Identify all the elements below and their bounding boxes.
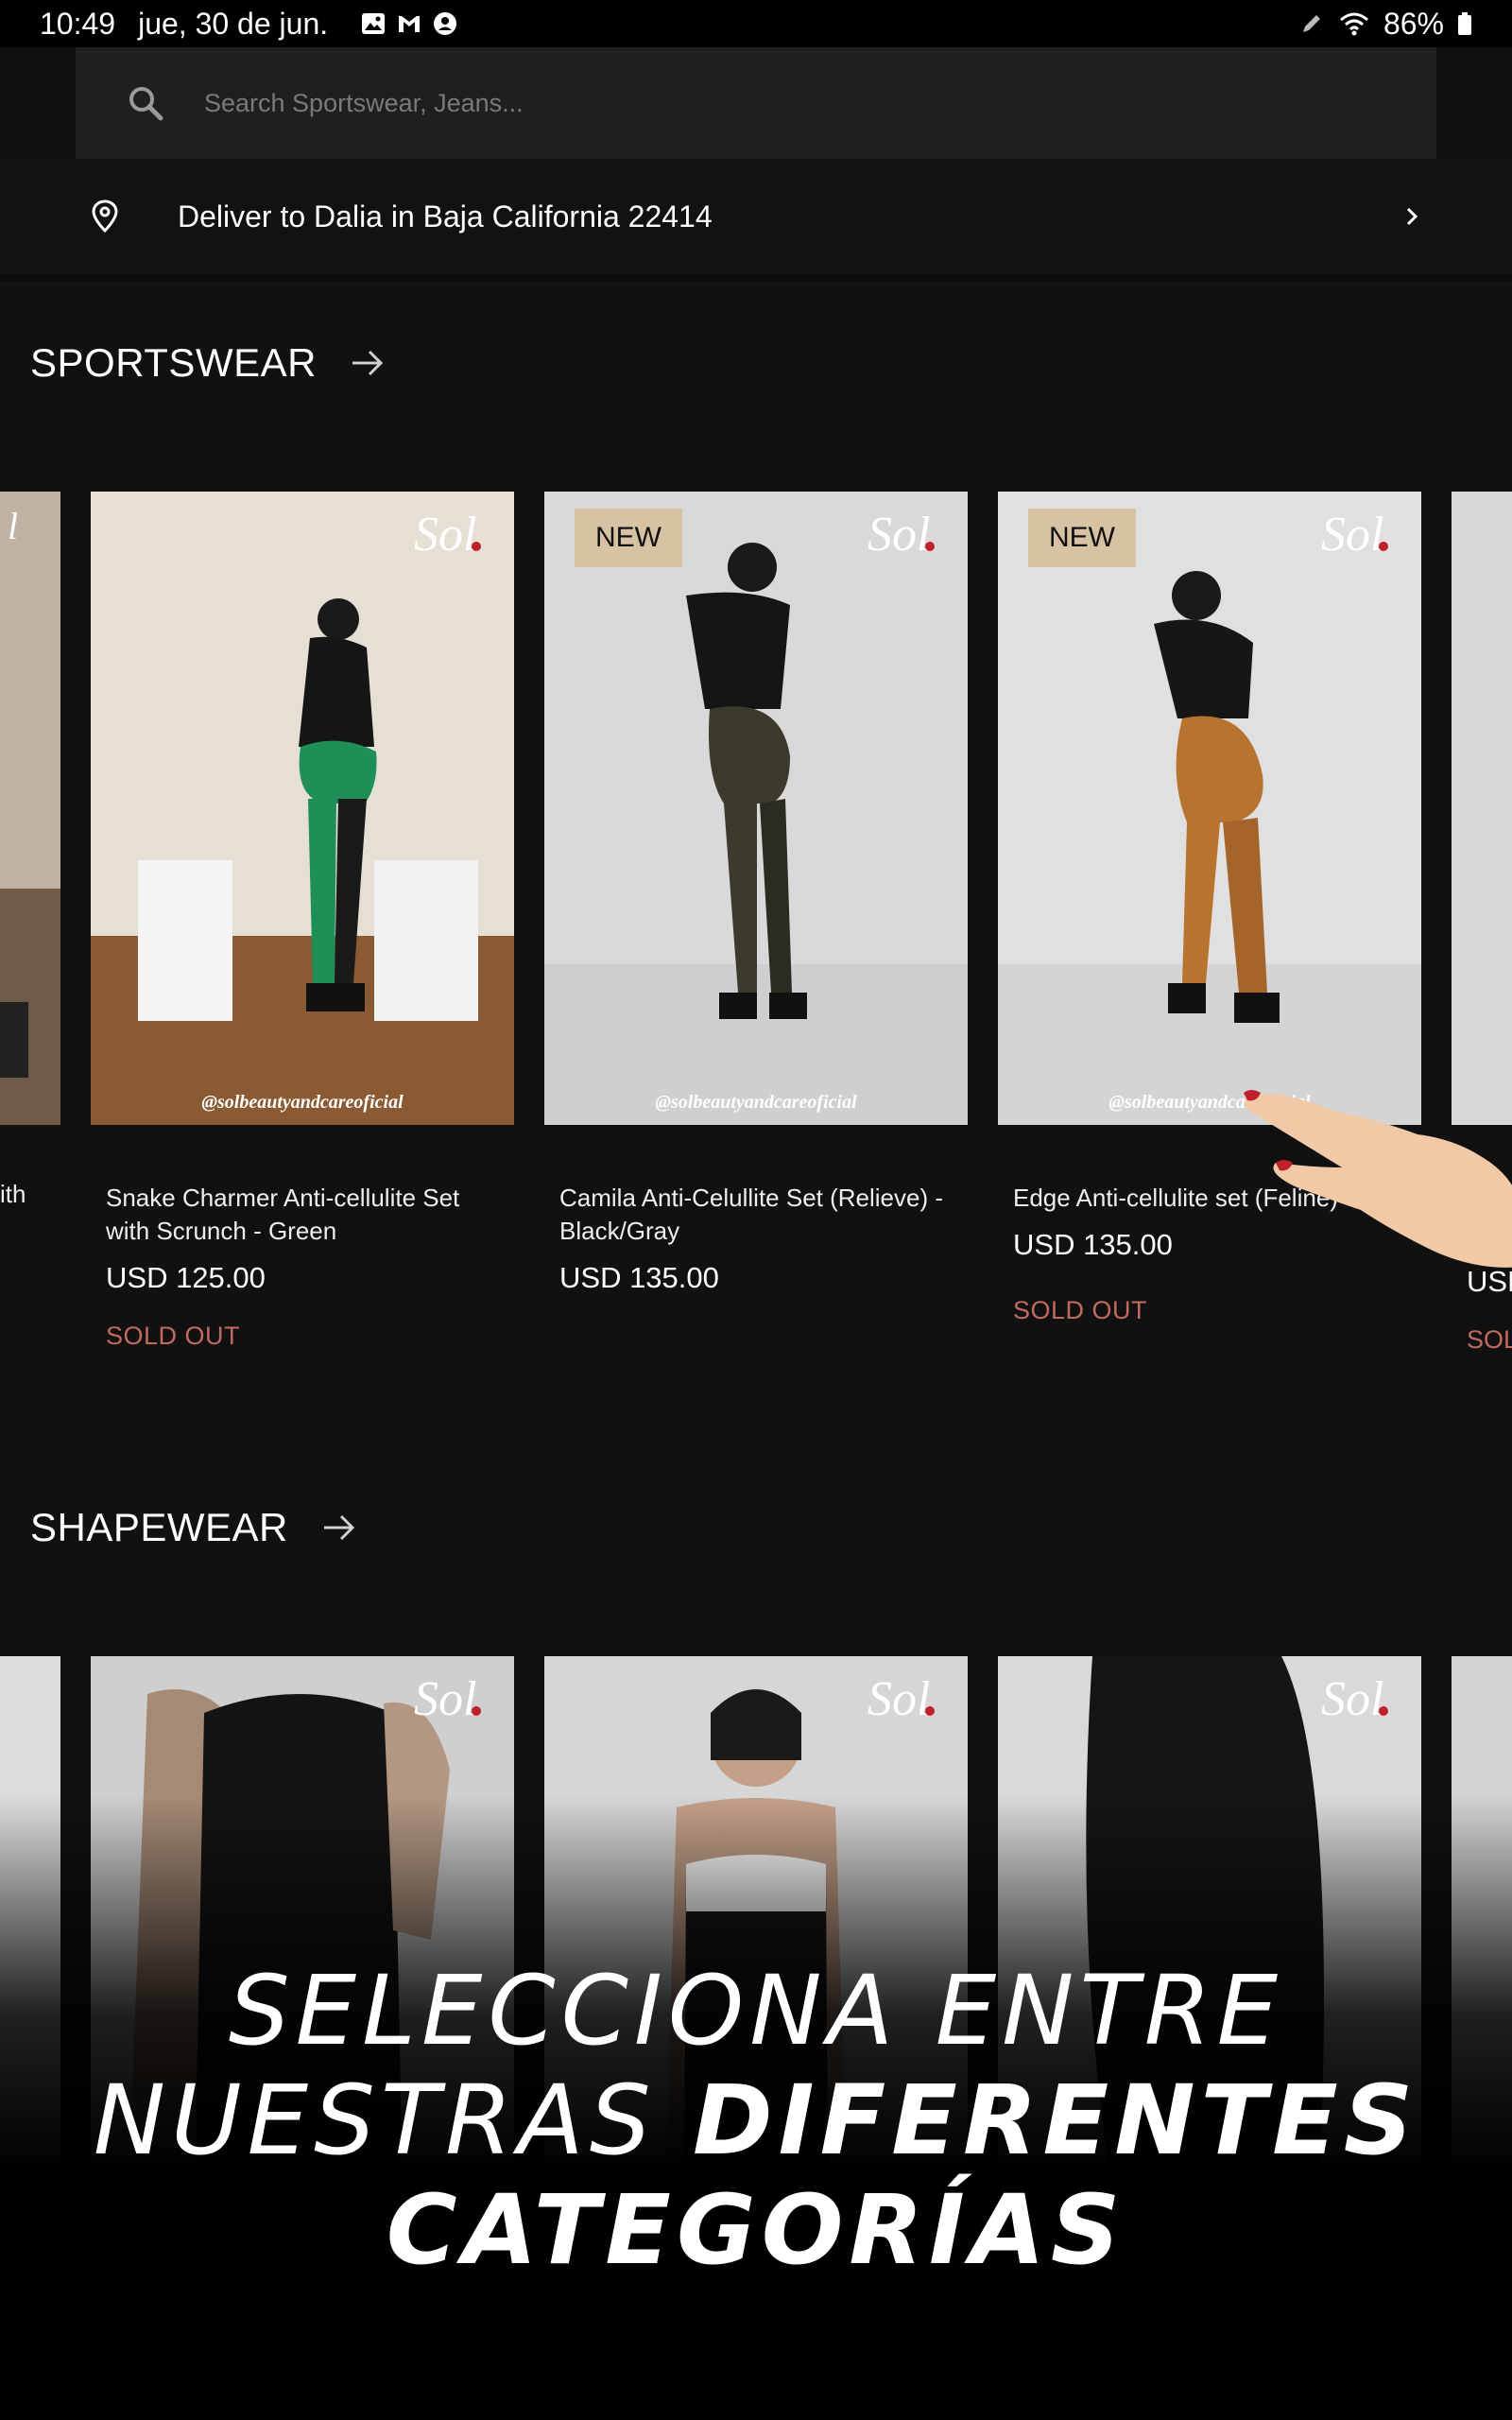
section-heading-sportswear[interactable]: SPORTSWEAR: [30, 340, 385, 386]
product-price: USD 135.00: [559, 1261, 719, 1294]
new-badge: NEW: [575, 509, 682, 567]
arrow-right-icon: [352, 350, 384, 376]
wifi-icon: [1339, 12, 1368, 36]
promo-line-1: SELECCIONA ENTRE: [228, 1955, 1284, 2067]
product-card[interactable]: NEW Sol @solbeautyandcareoficial Camila …: [544, 492, 968, 1322]
svg-text:Sol: Sol: [1321, 1672, 1383, 1726]
svg-text:l: l: [8, 505, 18, 547]
account-icon: [434, 12, 457, 35]
section-title: SHAPEWEAR: [30, 1505, 288, 1549]
watermark-text: @solbeautyandcareoficial: [655, 1092, 857, 1113]
pen-icon: [1302, 15, 1320, 32]
product-image: NEW Sol @solbeautyandcareoficial: [544, 492, 968, 1125]
product-card[interactable]: Sol @solbeautyandcareoficial Snake Charm…: [91, 492, 514, 1351]
legging-left: [308, 799, 336, 983]
svg-text:Sol: Sol: [414, 508, 476, 562]
product-image: [1452, 492, 1512, 1125]
battery-level: 86%: [1383, 6, 1444, 41]
new-badge: NEW: [1028, 509, 1136, 567]
sol-logo-icon: Sol: [1321, 1672, 1388, 1726]
sol-logo-icon: Sol: [414, 508, 481, 562]
sold-out-label: SOLD OUT: [1013, 1296, 1148, 1324]
gmail-icon: [399, 16, 421, 32]
search-input[interactable]: [204, 88, 1338, 118]
product-image: Sol @solbeautyandcareoficial: [91, 492, 514, 1125]
product-image: NEW Sol @solbeautyandcareoficial: [998, 492, 1421, 1125]
watermark-text: @solbeautyandcareoficial: [201, 1092, 404, 1113]
gallery-icon: [362, 13, 386, 34]
status-bar: 10:49 jue, 30 de jun. 86%: [0, 0, 1512, 47]
product-image: l: [0, 492, 60, 1125]
status-date: jue, 30 de jun.: [138, 6, 329, 41]
promo-text: SELECCIONA ENTRE NUESTRAS DIFERENTES CAT…: [0, 1957, 1512, 2286]
svg-text:Sol: Sol: [414, 1672, 476, 1726]
section-heading-shapewear[interactable]: SHAPEWEAR: [30, 1505, 356, 1550]
product-status-fragment: SOL: [1467, 1325, 1512, 1354]
deliver-to-row[interactable]: Deliver to Dalia in Baja California 2241…: [0, 159, 1512, 274]
notification-icons: [360, 11, 458, 36]
promo-line-3: CATEGORÍAS: [386, 2174, 1126, 2287]
sol-logo-icon: Sol: [1321, 508, 1388, 562]
sol-logo-icon: Sol: [414, 1672, 481, 1726]
battery-icon: [1458, 12, 1471, 35]
svg-text:Sol: Sol: [868, 508, 930, 562]
status-left: 10:49 jue, 30 de jun.: [40, 7, 458, 42]
promo-line-2-light: NUESTRAS: [93, 2065, 693, 2177]
promo-line-2-bold: DIFERENTES: [693, 2065, 1419, 2177]
product-title[interactable]: Snake Charmer Anti-cellulite Set with Sc…: [91, 1182, 514, 1248]
sold-out-label: SOLD OUT: [106, 1322, 241, 1350]
product-title-fragment: ith: [0, 1180, 26, 1208]
sol-logo-icon: Sol: [868, 508, 935, 562]
divider: [0, 274, 1512, 282]
location-pin-icon: [92, 199, 118, 233]
svg-text:Sol: Sol: [868, 1672, 930, 1726]
search-icon: [129, 87, 163, 121]
product-card-partial-left[interactable]: l ith: [0, 492, 60, 1361]
search-bar[interactable]: [76, 47, 1436, 159]
product-title[interactable]: Camila Anti-Celullite Set (Relieve) - Bl…: [544, 1182, 968, 1248]
section-title: SPORTSWEAR: [30, 340, 317, 385]
sol-logo-icon: Sol: [868, 1672, 935, 1726]
deliver-address: Deliver to Dalia in Baja California 2241…: [178, 199, 713, 233]
product-price: USD 125.00: [106, 1261, 266, 1294]
chevron-right-icon: [1406, 207, 1418, 226]
svg-text:Sol: Sol: [1321, 508, 1383, 562]
pointing-hand-icon: [1244, 1090, 1512, 1268]
status-time: 10:49: [40, 6, 116, 41]
arrow-right-icon: [323, 1514, 355, 1541]
status-right: 86%: [1298, 7, 1472, 42]
